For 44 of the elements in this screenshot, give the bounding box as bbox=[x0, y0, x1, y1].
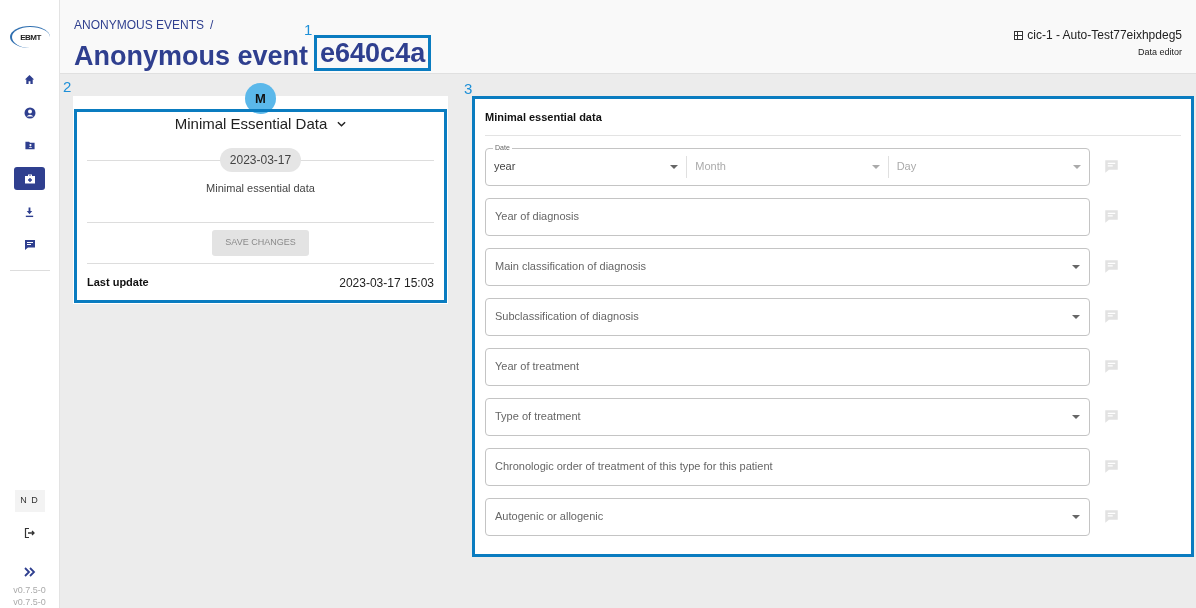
select-field[interactable]: Main classification of diagnosis bbox=[485, 247, 1090, 286]
medical-kit-icon bbox=[23, 172, 36, 185]
last-update-value: 2023-03-17 15:03 bbox=[339, 274, 434, 292]
breadcrumb-link[interactable]: ANONYMOUS EVENTS bbox=[74, 16, 205, 34]
last-update-label: Last update bbox=[87, 274, 149, 290]
nav-item[interactable] bbox=[14, 167, 45, 190]
folder-icon bbox=[23, 140, 36, 151]
user-initials[interactable]: N D bbox=[14, 490, 45, 512]
event-id: e640c4a bbox=[314, 35, 432, 71]
select-field[interactable]: Subclassification of diagnosis bbox=[485, 297, 1090, 336]
caret-icon bbox=[1072, 314, 1080, 319]
form-name: Minimal essential data bbox=[205, 180, 316, 196]
input-field[interactable]: Year of treatment bbox=[485, 347, 1090, 386]
comment-icon bbox=[23, 238, 36, 251]
user-role: Data editor bbox=[1136, 46, 1182, 59]
home-icon bbox=[24, 74, 35, 85]
select-field[interactable]: Autogenic or allogenic bbox=[485, 497, 1090, 536]
caret-icon bbox=[1073, 164, 1081, 169]
version-label: v0.7.5-0 bbox=[13, 596, 46, 608]
breadcrumb-separator: / bbox=[210, 17, 214, 34]
logout-icon[interactable] bbox=[22, 526, 37, 540]
input-field[interactable]: Chronologic order of treatment of this type for this patient bbox=[485, 447, 1090, 486]
caret-icon bbox=[1072, 514, 1080, 519]
download-icon bbox=[24, 205, 35, 218]
center-name: cic-1 - Auto-Test77eixhpdeg5 bbox=[1027, 27, 1182, 44]
version-label: v0.7.5-0 bbox=[13, 584, 46, 596]
annotation-number: 1 bbox=[304, 20, 313, 40]
form-title: Minimal essential data bbox=[485, 109, 1181, 136]
user-icon bbox=[23, 106, 36, 119]
hospital-icon bbox=[1014, 30, 1024, 40]
date-part-select[interactable]: year bbox=[486, 155, 687, 178]
input-field[interactable]: Year of diagnosis bbox=[485, 197, 1090, 236]
annotation-number: 2 bbox=[63, 77, 72, 97]
caret-icon bbox=[1072, 414, 1080, 419]
caret-icon bbox=[1072, 264, 1080, 269]
expand-icon[interactable] bbox=[22, 566, 37, 578]
form-selector[interactable]: Minimal Essential Data bbox=[174, 113, 347, 136]
chevron-down-icon bbox=[337, 121, 347, 128]
annotation-number: 3 bbox=[464, 79, 473, 99]
caret-icon bbox=[871, 164, 880, 169]
caret-icon bbox=[670, 164, 679, 169]
logo: EBMT bbox=[9, 26, 50, 48]
select-field[interactable]: Type of treatment bbox=[485, 397, 1090, 436]
page-title: Anonymous event bbox=[74, 41, 309, 71]
